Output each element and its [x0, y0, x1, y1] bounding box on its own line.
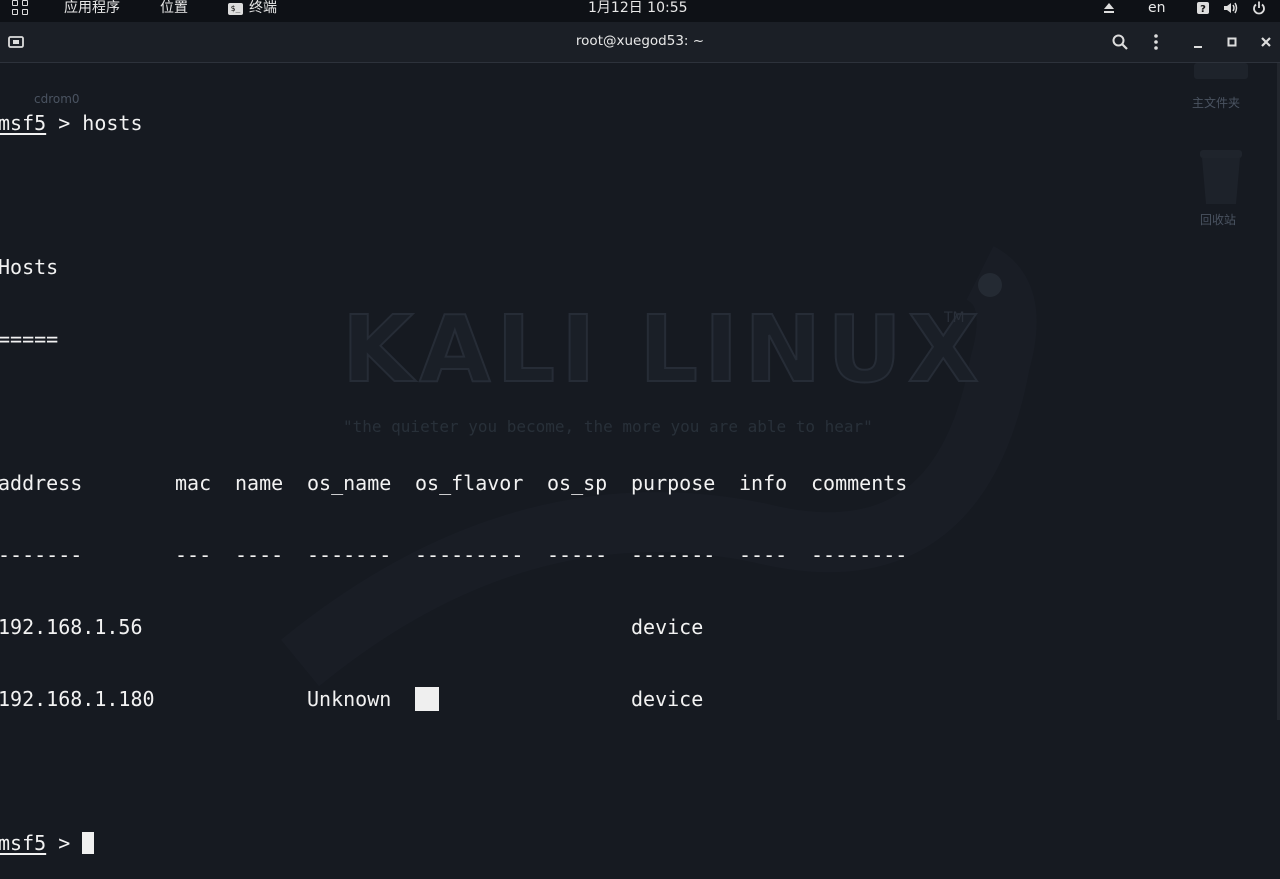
column-dashes: ----- [547, 543, 608, 567]
applications-menu[interactable]: 应用程序 [64, 0, 120, 22]
column-dashes: ------- [307, 543, 392, 567]
column-dashes: ---- [235, 543, 284, 567]
column-dashes: ------- [631, 543, 716, 567]
clock[interactable]: 1月12日 10:55 [588, 0, 688, 22]
menu-kebab-icon[interactable] [1144, 30, 1168, 54]
terminal-icon: $_ [228, 3, 243, 15]
table-row: 192.168.1.180 Unknown device [0, 687, 703, 711]
prompt-symbol: > [46, 831, 83, 855]
maximize-icon[interactable] [1220, 30, 1244, 54]
host-purpose: device [631, 615, 704, 639]
table-header-row: address mac name os_name os_flavor os_sp… [0, 471, 907, 495]
host-os-flavor-glyph [415, 687, 439, 711]
terminal-app-label: 终端 [249, 0, 277, 16]
column-dashes: --------- [415, 543, 524, 567]
column-header: comments [811, 471, 908, 495]
kali-tagline: "the quieter you become, the more you ar… [343, 417, 873, 436]
column-dashes: --- [175, 543, 212, 567]
table-row: 192.168.1.56 device [0, 615, 703, 639]
command-line: msf5 > hosts [0, 111, 143, 135]
column-dashes: -------- [811, 543, 908, 567]
column-header: info [739, 471, 788, 495]
power-icon[interactable] [1252, 0, 1266, 16]
places-menu[interactable]: 位置 [160, 0, 188, 22]
window-title: root@xuegod53: ~ [575, 33, 705, 49]
eject-icon[interactable] [1102, 0, 1116, 16]
column-dashes: ------- [0, 543, 83, 567]
volume-icon[interactable] [1222, 0, 1240, 16]
prompt-label: msf5 [0, 831, 47, 855]
column-header: os_flavor [415, 471, 524, 495]
prompt-label: msf5 [0, 111, 47, 135]
text-cursor [82, 832, 95, 854]
section-underline: ===== [0, 327, 59, 351]
section-title: Hosts [0, 255, 59, 279]
table-divider-row: ------- --- ---- ------- --------- -----… [0, 543, 907, 567]
top-panel: 应用程序 位置 $_ 终端 1月12日 10:55 en ? [0, 0, 1280, 22]
prompt-symbol: > [46, 111, 83, 135]
desktop-icon-home-label[interactable]: 主文件夹 [1192, 94, 1240, 111]
host-address: 192.168.1.180 [0, 687, 155, 711]
minimize-icon[interactable] [1186, 30, 1210, 54]
terminal-output[interactable]: msf5 > hosts Hosts ===== address mac nam… [0, 63, 907, 879]
keyboard-layout-indicator[interactable]: en [1148, 0, 1166, 22]
home-folder-icon[interactable] [1192, 63, 1252, 83]
column-header: purpose [631, 471, 716, 495]
host-address: 192.168.1.56 [0, 615, 143, 639]
column-header: name [235, 471, 284, 495]
close-icon[interactable] [1254, 30, 1278, 54]
host-os-name: Unknown [307, 687, 392, 711]
terminal-headerbar: root@xuegod53: ~ [0, 22, 1280, 63]
column-header: os_sp [547, 471, 608, 495]
unprintable-glyph-box [415, 687, 439, 711]
svg-text:?: ? [1200, 4, 1206, 15]
terminal-app-menu[interactable]: $_ 终端 [228, 0, 277, 22]
column-header: os_name [307, 471, 392, 495]
prompt-line[interactable]: msf5 > [0, 831, 143, 855]
host-purpose: device [631, 687, 704, 711]
column-header: mac [175, 471, 212, 495]
command-text: hosts [82, 111, 143, 135]
column-header: address [0, 471, 83, 495]
search-icon[interactable] [1108, 30, 1132, 54]
desktop-icon-trash-label[interactable]: 回收站 [1200, 211, 1236, 228]
help-icon[interactable]: ? [1196, 0, 1210, 16]
trash-icon[interactable] [1196, 148, 1246, 208]
kali-logo-text: KALI LINUX [341, 296, 985, 403]
apps-grid-icon[interactable] [12, 0, 34, 16]
column-dashes: ---- [739, 543, 788, 567]
kali-trademark: TM [944, 310, 965, 326]
